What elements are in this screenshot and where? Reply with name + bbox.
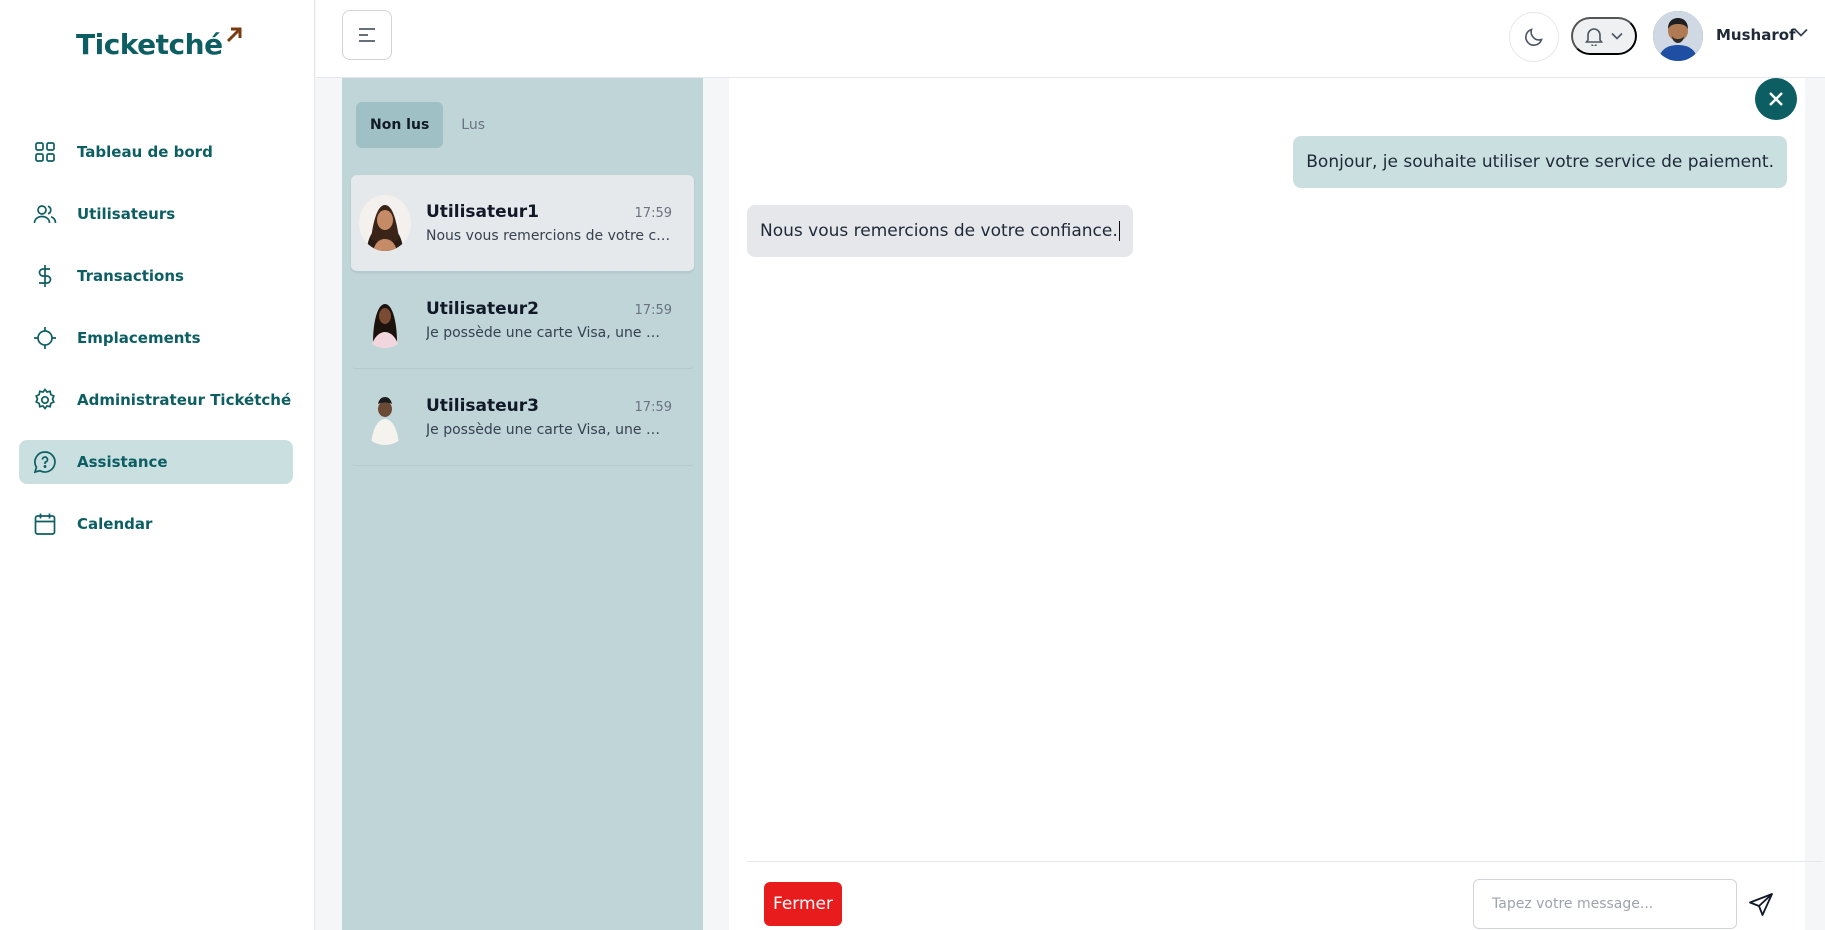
avatar xyxy=(359,389,411,445)
conversation-list-panel: Non lus Lus Utilisateur1 17:59 Nous vous… xyxy=(342,78,703,930)
sidebar-item-label: Transactions xyxy=(77,267,184,285)
avatar xyxy=(359,195,411,251)
chat-message-incoming: Nous vous remercions de votre confiance. xyxy=(747,205,1133,257)
logo-arrow-icon xyxy=(226,27,242,43)
chat-panel: Bonjour, je souhaite utiliser votre serv… xyxy=(729,78,1823,930)
sidebar: Ticketché Tableau de bord Utilisateurs T… xyxy=(0,0,315,930)
sidebar-item-calendar[interactable]: Calendar xyxy=(19,502,293,546)
logo[interactable]: Ticketché xyxy=(76,27,243,61)
theme-toggle-button[interactable] xyxy=(1509,12,1559,62)
bell-icon xyxy=(1585,28,1603,46)
user-avatar-image xyxy=(1653,11,1703,61)
conversation-body: Utilisateur2 17:59 Je possède une carte … xyxy=(426,299,672,341)
sidebar-item-label: Utilisateurs xyxy=(77,205,176,223)
sidebar-item-utilisateurs[interactable]: Utilisateurs xyxy=(19,192,293,236)
conversation-time: 17:59 xyxy=(634,206,672,221)
send-button[interactable] xyxy=(1745,889,1777,921)
avatar xyxy=(359,292,411,348)
chat-message-outgoing: Bonjour, je souhaite utiliser votre serv… xyxy=(1293,136,1787,188)
send-paper-plane-icon xyxy=(1749,893,1773,916)
gear-icon xyxy=(33,388,57,412)
conversation-name: Utilisateur3 xyxy=(426,396,539,416)
divider xyxy=(747,861,1823,862)
tab-non-lus[interactable]: Non lus xyxy=(356,102,444,148)
conversation-name: Utilisateur2 xyxy=(426,299,539,319)
chevron-down-icon xyxy=(1611,32,1623,40)
fermer-button[interactable]: Fermer xyxy=(764,882,843,926)
conversation-time: 17:59 xyxy=(634,303,672,318)
conversation-item[interactable]: Utilisateur2 17:59 Je possède une carte … xyxy=(351,272,694,369)
conversation-tabs: Non lus Lus xyxy=(356,102,499,148)
sidebar-item-label: Calendar xyxy=(77,515,153,533)
sidebar-item-label: Emplacements xyxy=(77,329,201,347)
moon-icon xyxy=(1525,28,1543,46)
sidebar-item-label: Administrateur Tickétché xyxy=(77,391,292,409)
user-name[interactable]: Musharof xyxy=(1716,26,1796,44)
sidebar-item-administrateur[interactable]: Administrateur Tickétché xyxy=(19,378,293,422)
sidebar-item-label: Assistance xyxy=(77,453,168,471)
conversation-item[interactable]: Utilisateur1 17:59 Nous vous remercions … xyxy=(351,175,694,272)
conversation-preview: Je possède une carte Visa, une MasterCar… xyxy=(426,422,672,438)
message-text: Bonjour, je souhaite utiliser votre serv… xyxy=(1306,152,1774,172)
sidebar-item-tableau-de-bord[interactable]: Tableau de bord xyxy=(19,130,293,174)
sidebar-item-assistance[interactable]: Assistance xyxy=(19,440,293,484)
close-chat-button[interactable] xyxy=(1755,78,1797,120)
notification-button[interactable] xyxy=(1571,17,1637,55)
message-text: Nous vous remercions de votre confiance. xyxy=(760,221,1118,241)
user-avatar[interactable] xyxy=(1653,11,1703,61)
sidebar-item-label: Tableau de bord xyxy=(77,143,213,161)
conversation-body: Utilisateur1 17:59 Nous vous remercions … xyxy=(426,202,672,244)
conversation-item[interactable]: Utilisateur3 17:59 Je possède une carte … xyxy=(351,369,694,466)
dollar-icon xyxy=(33,264,57,288)
calendar-icon xyxy=(33,512,57,536)
dashboard-grid-icon xyxy=(33,140,57,164)
logo-text: Ticketché xyxy=(76,28,223,61)
conversation-time: 17:59 xyxy=(634,400,672,415)
close-icon xyxy=(1769,92,1783,106)
conversation-list: Utilisateur1 17:59 Nous vous remercions … xyxy=(351,175,694,466)
top-header: Musharof xyxy=(316,0,1825,78)
users-icon xyxy=(33,202,57,226)
menu-toggle-button[interactable] xyxy=(342,10,392,60)
conversation-body: Utilisateur3 17:59 Je possède une carte … xyxy=(426,396,672,438)
conversation-name: Utilisateur1 xyxy=(426,202,539,222)
hamburger-menu-icon xyxy=(359,28,375,42)
conversation-preview: Je possède une carte Visa, une MasterCar… xyxy=(426,325,672,341)
conversation-preview: Nous vous remercions de votre confiance. xyxy=(426,228,672,244)
message-input[interactable] xyxy=(1473,879,1737,929)
location-crosshair-icon xyxy=(33,326,57,350)
tab-lus[interactable]: Lus xyxy=(447,102,499,148)
chat-help-icon xyxy=(33,450,57,474)
sidebar-item-emplacements[interactable]: Emplacements xyxy=(19,316,293,360)
text-cursor xyxy=(1118,221,1120,241)
sidebar-item-transactions[interactable]: Transactions xyxy=(19,254,293,298)
sidebar-nav: Tableau de bord Utilisateurs Transaction… xyxy=(19,130,293,564)
chevron-down-icon[interactable] xyxy=(1794,28,1808,37)
